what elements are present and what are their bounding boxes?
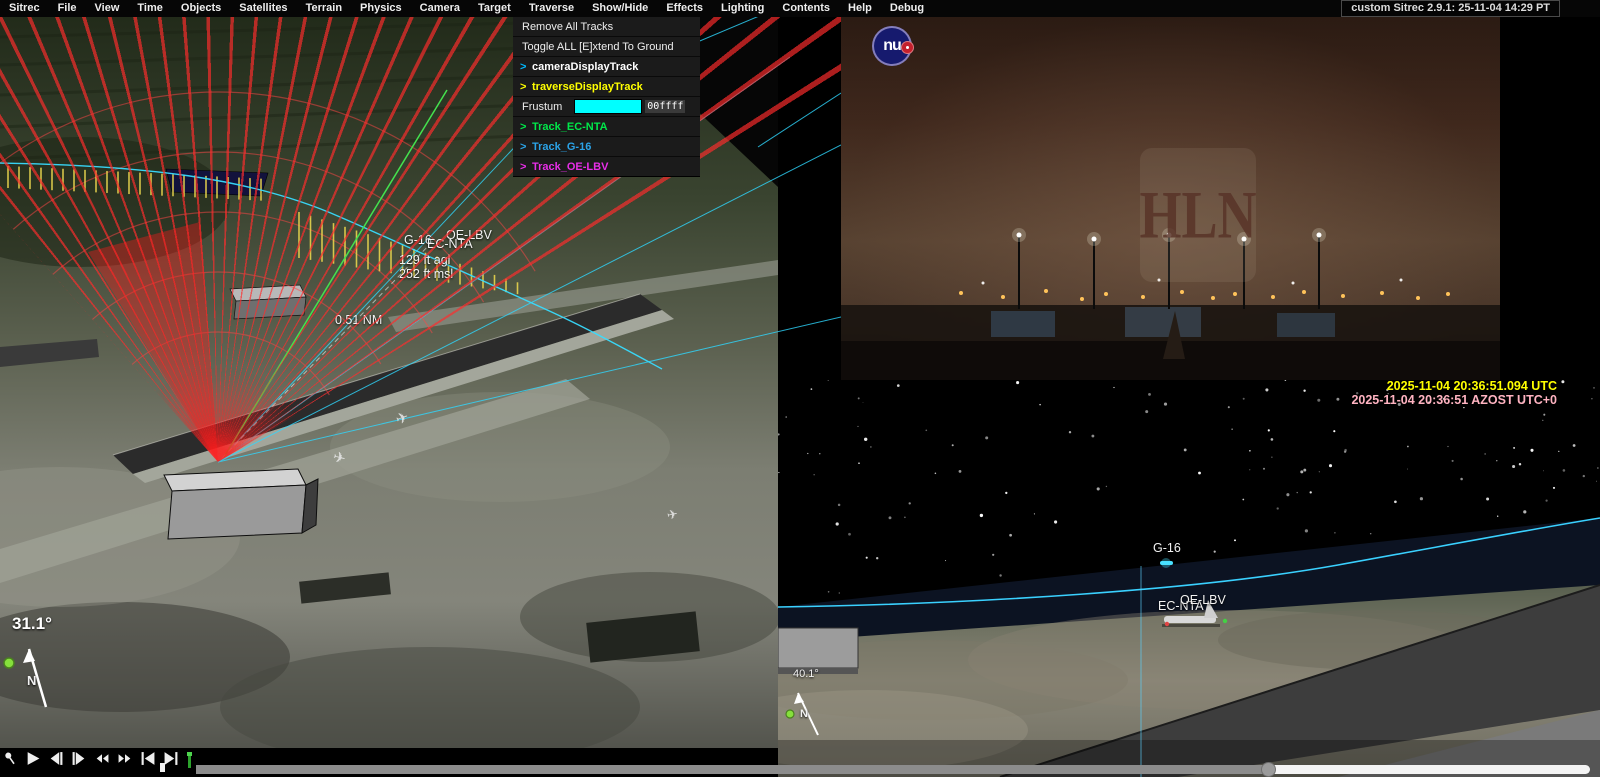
expand-arrow-icon: >: [513, 81, 530, 93]
contents-dropdown: Remove All Tracks Toggle ALL [E]xtend To…: [513, 17, 700, 177]
video-panel[interactable]: nu HLN: [841, 15, 1500, 380]
expand-arrow-icon: >: [513, 141, 530, 153]
heading-readout: 31.1°: [12, 614, 52, 633]
menu-lighting[interactable]: Lighting: [712, 0, 773, 17]
location-marker-icon: [786, 710, 794, 718]
frustum-color-hex-input[interactable]: 00ffff: [645, 100, 685, 113]
frustum-color-row: Frustum 00ffff: [513, 96, 700, 116]
label-range: 0.51 NM: [335, 313, 382, 327]
local-timestamp: 2025-11-04 20:36:51 AZOST UTC+0: [1351, 393, 1557, 407]
folder-traverse-display-track[interactable]: > traverseDisplayTrack: [513, 76, 700, 96]
menu-show-hide[interactable]: Show/Hide: [583, 0, 657, 17]
clock-overlay: 2025-11-04 20:36:51.094 UTC 2025-11-04 2…: [1351, 379, 1557, 407]
menu-view[interactable]: View: [86, 0, 129, 17]
menu-file[interactable]: File: [49, 0, 86, 17]
menu-camera[interactable]: Camera: [411, 0, 469, 17]
nu-logo: nu: [872, 26, 912, 66]
menu-traverse[interactable]: Traverse: [520, 0, 583, 17]
location-marker-icon: [4, 658, 14, 668]
nu-logo-text: nu: [883, 37, 901, 55]
nu-logo-badge-icon: [901, 41, 914, 54]
terminal-lights: [959, 289, 1450, 301]
version-label: custom Sitrec 2.9.1: 25-11-04 14:29 PT: [1341, 0, 1560, 17]
expand-arrow-icon: >: [513, 61, 530, 73]
main-3d-view[interactable]: ✈ ✈ ✈ OE-LBV G-16 EC-NTA 129 ft agl 252 …: [0, 17, 841, 748]
label-ec-nta: EC-NTA: [427, 237, 473, 251]
expand-arrow-icon: >: [513, 161, 530, 173]
jet-bridge: [1277, 313, 1335, 337]
menu-contents[interactable]: Contents: [773, 0, 839, 17]
jet-bridge: [991, 311, 1055, 337]
frustum-color-swatch[interactable]: [574, 99, 642, 114]
building-large: [164, 469, 318, 539]
timeline-white-marker: [160, 763, 165, 772]
label-agl: 129 ft agl: [399, 253, 450, 267]
menu-target[interactable]: Target: [469, 0, 520, 17]
folder-track-oe-lbv[interactable]: > Track_OE-LBV: [513, 156, 700, 176]
building-small: [230, 285, 306, 319]
utc-timestamp: 2025-11-04 20:36:51.094 UTC: [1351, 379, 1557, 393]
menu-help[interactable]: Help: [839, 0, 881, 17]
timeline-scrub-handle[interactable]: [1261, 762, 1276, 777]
jump-to-start-icon[interactable]: [140, 751, 156, 766]
folder-camera-display-track[interactable]: > cameraDisplayTrack: [513, 56, 700, 76]
folder-track-g16[interactable]: > Track_G-16: [513, 136, 700, 156]
menu-debug[interactable]: Debug: [881, 0, 933, 17]
label-g16: G-16: [1153, 541, 1181, 555]
north-label: N: [800, 708, 808, 720]
pin-icon[interactable]: [2, 751, 18, 766]
camera-3d-view[interactable]: G-16 EC-NTA OE-LBV 40.1° N: [778, 380, 1600, 777]
play-icon[interactable]: [25, 751, 41, 766]
menu-item-remove-all-tracks[interactable]: Remove All Tracks: [513, 17, 700, 36]
menu-terrain[interactable]: Terrain: [297, 0, 351, 17]
fast-forward-icon[interactable]: [117, 751, 133, 766]
menu-bar: Sitrec File View Time Objects Satellites…: [0, 0, 1600, 17]
label-oe-lbv: OE-LBV: [1180, 593, 1227, 607]
frame-back-icon[interactable]: [48, 751, 64, 766]
frame-forward-icon[interactable]: [71, 751, 87, 766]
jet-bridge: [1125, 307, 1201, 337]
timeline-track-remaining[interactable]: [1268, 765, 1590, 774]
jump-to-end-icon[interactable]: [163, 751, 179, 766]
playback-bar: [0, 748, 1600, 777]
north-label: N: [27, 673, 36, 688]
menu-effects[interactable]: Effects: [657, 0, 712, 17]
menu-objects[interactable]: Objects: [172, 0, 230, 17]
menu-satellites[interactable]: Satellites: [230, 0, 296, 17]
menu-item-toggle-extend-to-ground[interactable]: Toggle ALL [E]xtend To Ground: [513, 36, 700, 56]
timeline-track-elapsed[interactable]: [196, 765, 1268, 774]
heading-readout: 40.1°: [793, 668, 819, 680]
label-msl: 252 ft msl: [399, 267, 453, 281]
timeline-start-marker: [188, 752, 191, 768]
menu-sitrec[interactable]: Sitrec: [0, 0, 49, 17]
folder-track-ec-nta[interactable]: > Track_EC-NTA: [513, 116, 700, 136]
expand-arrow-icon: >: [513, 121, 530, 133]
hln-watermark: HLN: [1140, 148, 1256, 282]
menu-physics[interactable]: Physics: [351, 0, 411, 17]
menu-time[interactable]: Time: [128, 0, 171, 17]
rewind-icon[interactable]: [94, 751, 110, 766]
